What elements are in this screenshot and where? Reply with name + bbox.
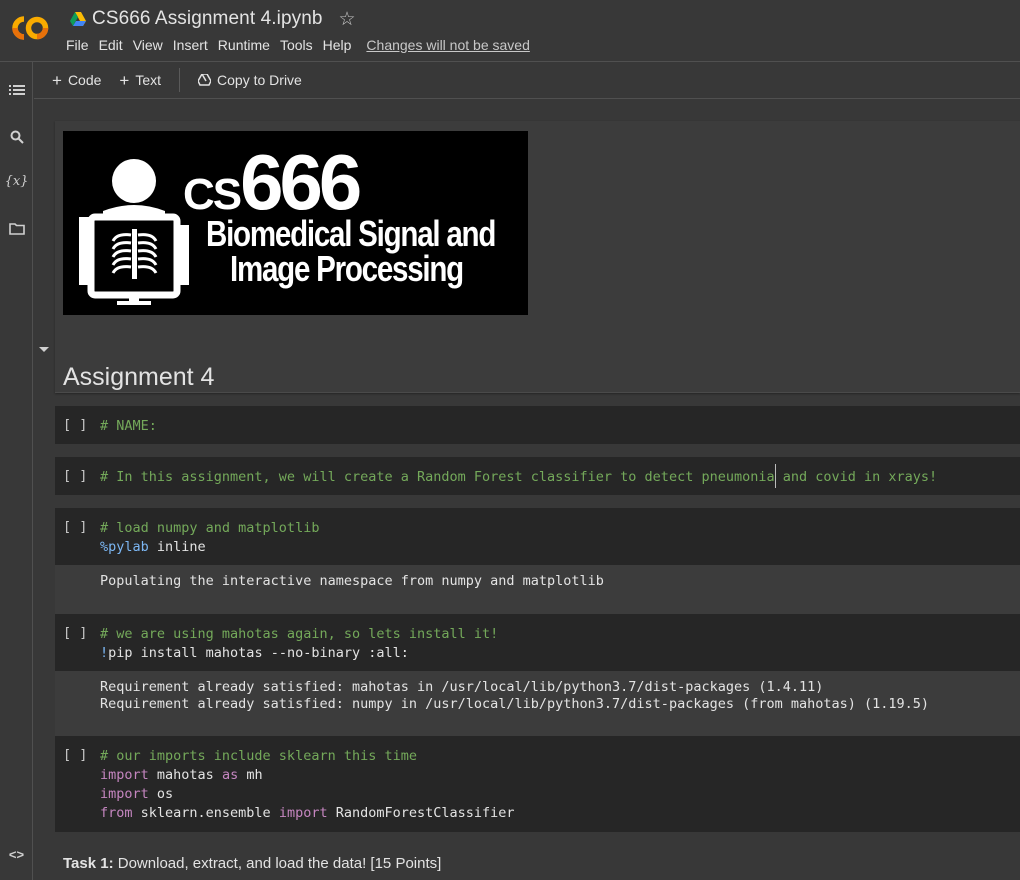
menu-edit[interactable]: Edit (99, 37, 123, 53)
menu-runtime[interactable]: Runtime (218, 37, 270, 53)
code-keyword: import (100, 786, 149, 802)
copy-to-drive-label: Copy to Drive (217, 72, 302, 88)
cell-source[interactable]: # NAME: (100, 417, 157, 436)
menu-insert[interactable]: Insert (173, 37, 208, 53)
cell-output-4: Requirement already satisfied: mahotas i… (55, 671, 1020, 737)
code-comment: # we are using mahotas again, so lets in… (100, 626, 499, 642)
google-drive-icon (70, 12, 86, 26)
variables-icon[interactable]: {x} (0, 174, 33, 189)
run-cell-button[interactable]: [ ] (63, 519, 87, 535)
code-cell-3[interactable]: [ ] # load numpy and matplotlib %pylab i… (55, 508, 1020, 565)
code-comment: # load numpy and matplotlib (100, 520, 320, 536)
cell-output-3: Populating the interactive namespace fro… (55, 565, 1020, 615)
xray-figure-icon (79, 159, 189, 305)
drive-outline-icon (198, 74, 212, 86)
text-cell-intro[interactable]: CS666 Biomedical Signal and Image Proces… (39, 121, 1020, 393)
folder-icon[interactable] (0, 222, 33, 238)
banner-title-line2: Image Processing (230, 248, 464, 289)
toolbar-divider (179, 68, 181, 92)
output-text: Requirement already satisfied: mahotas i… (100, 679, 930, 712)
plus-icon: + (119, 70, 130, 90)
add-text-cell-button[interactable]: + Text (119, 72, 161, 89)
code-comment: # NAME: (100, 418, 157, 434)
code-cell-5[interactable]: [ ] # our imports include sklearn this t… (55, 736, 1020, 832)
text-cursor (775, 464, 776, 488)
task-label: Task 1: (63, 855, 114, 872)
code-text: sklearn.ensemble (132, 805, 279, 821)
menu-view[interactable]: View (133, 37, 163, 53)
run-cell-button[interactable]: [ ] (63, 625, 87, 641)
star-icon[interactable]: ☆ (339, 10, 356, 29)
add-code-cell-button[interactable]: + Code (52, 72, 101, 89)
course-banner-image: CS666 Biomedical Signal and Image Proces… (63, 131, 528, 315)
banner-cs-text: CS (183, 170, 242, 219)
code-keyword: as (221, 767, 239, 783)
section-heading: Assignment 4 (63, 363, 215, 391)
table-of-contents-icon[interactable] (0, 83, 33, 100)
code-cell-2[interactable]: [ ] # In this assignment, we will create… (55, 457, 1020, 495)
menubar: File Edit View Insert Runtime Tools Help… (66, 37, 540, 53)
code-bang: ! (100, 645, 109, 661)
task-text: Task 1: Download, extract, and load the … (63, 855, 441, 872)
app-header: CS666 Assignment 4.ipynb ☆ File Edit Vie… (0, 0, 1020, 62)
code-magic: %pylab (100, 539, 149, 555)
notebook-area: CS666 Biomedical Signal and Image Proces… (34, 99, 1020, 880)
run-cell-button[interactable]: [ ] (63, 468, 87, 484)
cell-source[interactable]: # load numpy and matplotlib %pylab inlin… (100, 519, 319, 557)
code-keyword: import (278, 805, 328, 821)
add-text-label: Text (135, 72, 162, 88)
code-text: pip install mahotas --no-binary :all: (108, 645, 409, 661)
run-cell-button[interactable]: [ ] (63, 417, 87, 433)
run-cell-button[interactable]: [ ] (63, 747, 87, 763)
search-icon[interactable] (0, 130, 33, 147)
code-text: mahotas (148, 767, 222, 783)
copy-to-drive-button[interactable]: Copy to Drive (198, 72, 302, 88)
notebook-title[interactable]: CS666 Assignment 4.ipynb (92, 8, 323, 30)
menu-tools[interactable]: Tools (280, 37, 313, 53)
menu-help[interactable]: Help (323, 37, 352, 53)
cell-source[interactable]: # we are using mahotas again, so lets in… (100, 625, 498, 663)
output-text: Populating the interactive namespace fro… (100, 573, 604, 589)
code-keyword: import (100, 767, 149, 783)
code-snippets-icon[interactable]: <> (0, 847, 33, 862)
code-keyword: from (100, 805, 133, 821)
task-description: Download, extract, and load the data! [1… (113, 855, 442, 872)
add-code-label: Code (67, 72, 102, 88)
code-cell-4[interactable]: [ ] # we are using mahotas again, so let… (55, 614, 1020, 671)
collapse-section-icon[interactable] (39, 347, 49, 352)
notebook-toolbar: + Code + Text Copy to Drive (34, 62, 1020, 99)
code-cell-1[interactable]: [ ] # NAME: (55, 406, 1020, 444)
plus-icon: + (52, 70, 62, 90)
code-text: os (148, 786, 174, 802)
cell-source[interactable]: # In this assignment, we will create a R… (100, 468, 937, 487)
colab-logo[interactable] (10, 14, 50, 42)
code-text: RandomForestClassifier (327, 805, 515, 821)
code-comment: # our imports include sklearn this time (100, 748, 417, 764)
left-rail: {x} <> (0, 62, 33, 880)
code-text: inline (148, 539, 206, 555)
unsaved-notice-link[interactable]: Changes will not be saved (366, 37, 529, 53)
code-comment: # In this assignment, we will create a R… (100, 469, 938, 485)
code-text: mh (238, 767, 263, 783)
cell-source[interactable]: # our imports include sklearn this time … (100, 747, 515, 823)
menu-file[interactable]: File (66, 37, 89, 53)
